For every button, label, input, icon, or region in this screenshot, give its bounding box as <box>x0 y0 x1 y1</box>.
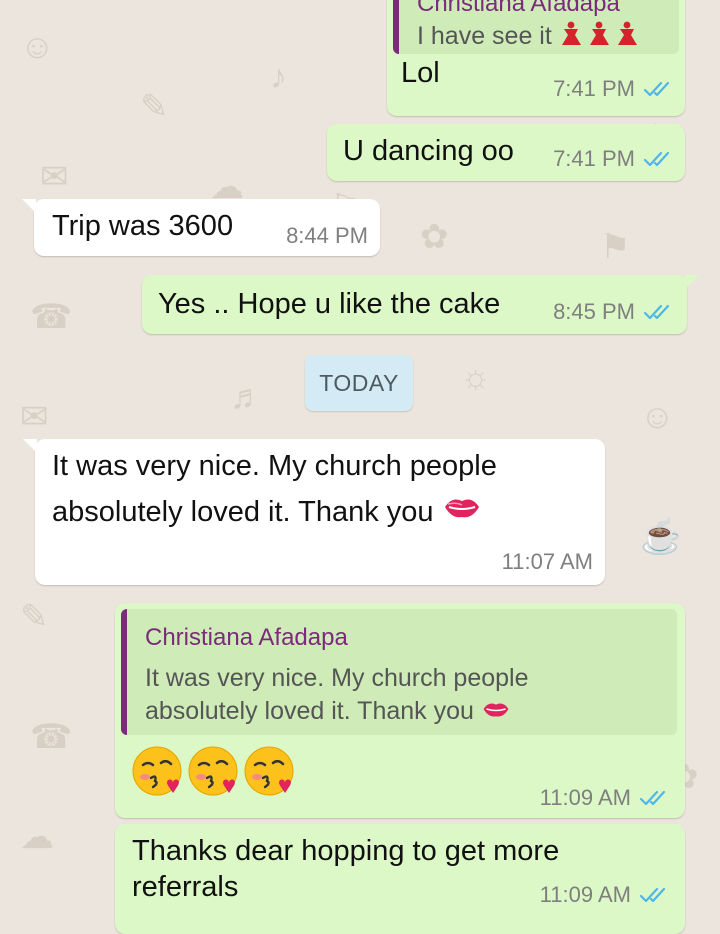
message-meta: 8:45 PM <box>553 299 673 325</box>
message-text-line-2: referrals <box>132 871 239 903</box>
message-time: 7:41 PM <box>553 76 635 101</box>
message-meta: 11:09 AM <box>540 785 669 811</box>
message-time: 11:07 AM <box>501 549 593 574</box>
message-time: 8:44 PM <box>286 223 368 248</box>
read-double-tick-icon <box>639 886 669 904</box>
read-double-tick-icon <box>643 150 673 168</box>
quoted-sender-name: Christiana Afadapa <box>417 0 620 17</box>
face-blowing-kiss-emoji <box>244 746 294 796</box>
message-bubble-incoming[interactable]: Trip was 3600 8:44 PM <box>22 199 380 256</box>
message-text: Lol <box>401 57 440 89</box>
message-text-line-1: It was very nice. My church people <box>52 450 497 482</box>
face-blowing-kiss-emoji <box>132 746 182 796</box>
message-meta: 11:07 AM <box>502 549 593 575</box>
message-bubble-incoming[interactable]: It was very nice. My church people absol… <box>23 439 605 585</box>
kiss-lips-emoji <box>481 696 511 729</box>
message-meta: 7:41 PM <box>553 76 673 102</box>
quoted-message[interactable]: Christiana Afadapa It was very nice. My … <box>121 609 677 735</box>
kissing-face-emoji-row <box>129 743 299 803</box>
quoted-text-line-2: absolutely loved it. Thank you <box>145 695 511 729</box>
face-blowing-kiss-emoji <box>188 746 238 796</box>
message-meta: 7:41 PM <box>553 146 673 172</box>
quoted-message[interactable]: Christiana Afadapa I have see it <box>393 0 679 54</box>
quoted-sender-name: Christiana Afadapa <box>145 624 348 651</box>
message-meta: 11:09 AM <box>540 882 669 908</box>
message-bubble-outgoing[interactable]: Yes .. Hope u like the cake 8:45 PM <box>142 275 699 334</box>
message-time: 11:09 AM <box>539 882 631 907</box>
quote-bar <box>121 609 127 735</box>
message-time: 8:45 PM <box>553 299 635 324</box>
message-bubble-outgoing[interactable]: U dancing oo 7:41 PM <box>327 124 685 181</box>
message-time: 7:41 PM <box>553 146 635 171</box>
message-bubble-outgoing[interactable]: Thanks dear hopping to get more referral… <box>115 824 685 934</box>
quoted-text: I have see it <box>417 20 643 54</box>
message-time: 11:09 AM <box>539 785 631 810</box>
dancer-emoji <box>559 20 643 54</box>
message-bubble-outgoing[interactable]: Christiana Afadapa It was very nice. My … <box>115 603 685 818</box>
quote-bar <box>393 0 399 54</box>
quoted-text-line-1: It was very nice. My church people <box>145 664 529 692</box>
read-double-tick-icon <box>639 789 669 807</box>
message-bubble-outgoing[interactable]: Christiana Afadapa I have see it Lol 7:4… <box>387 0 685 116</box>
message-text: Trip was 3600 <box>52 210 234 242</box>
message-meta: 8:44 PM <box>286 223 368 249</box>
read-double-tick-icon <box>643 303 673 321</box>
read-double-tick-icon <box>643 80 673 98</box>
message-text: Yes .. Hope u like the cake <box>158 288 501 320</box>
date-separator: TODAY <box>305 355 413 411</box>
message-text: U dancing oo <box>343 135 514 167</box>
message-text-line-2: absolutely loved it. Thank you <box>52 491 482 534</box>
kiss-lips-emoji <box>442 492 482 534</box>
